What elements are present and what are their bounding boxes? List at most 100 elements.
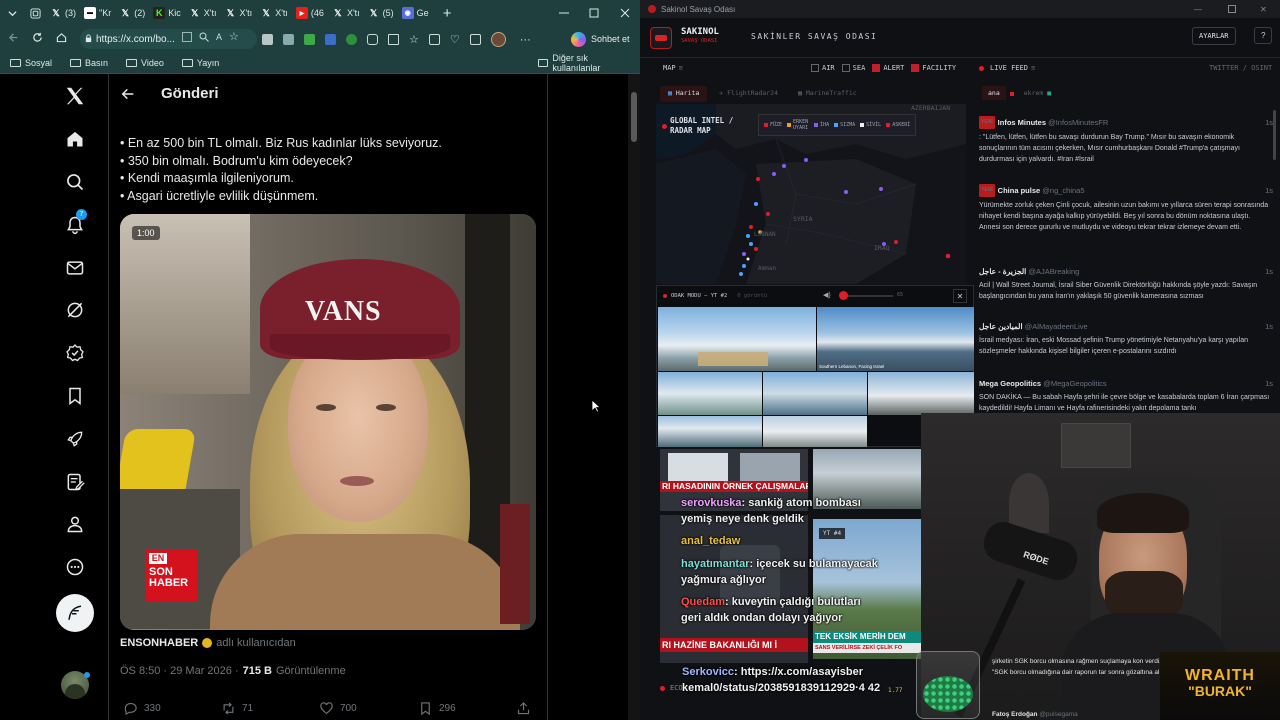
jobs-rocket-icon[interactable] — [61, 425, 89, 453]
browser-tab[interactable]: 𝕏 (2) — [115, 2, 149, 24]
reload-icon[interactable] — [32, 32, 43, 46]
close-window-button[interactable] — [610, 0, 640, 26]
extension-icon[interactable] — [304, 34, 315, 45]
messages-nav-icon[interactable] — [61, 254, 89, 282]
browser-tab[interactable]: 𝕏 X'tı — [220, 2, 256, 24]
app-close-button[interactable]: ✕ — [1260, 5, 1267, 14]
extension-icon[interactable] — [346, 34, 357, 45]
extension-icon[interactable] — [283, 34, 294, 45]
filter-facility[interactable]: FACILITY — [911, 64, 956, 72]
extension-icon[interactable] — [262, 34, 273, 45]
settings-button[interactable]: AYARLAR — [1192, 27, 1236, 45]
source-name[interactable]: ENSONHABER — [120, 637, 198, 649]
favorite-star-icon[interactable]: ☆ — [229, 32, 239, 45]
favorites-icon[interactable]: ☆ — [409, 34, 419, 45]
page-scrollbar[interactable] — [628, 74, 640, 720]
home-nav-icon[interactable] — [61, 125, 89, 153]
checkbox[interactable] — [811, 64, 819, 72]
premium-nav-icon[interactable] — [61, 339, 89, 367]
other-bookmarks[interactable]: Diğer sık kullanılanlar — [538, 53, 632, 73]
translate-extension-icon[interactable] — [325, 34, 336, 45]
filter-alert[interactable]: ALERT — [872, 64, 904, 72]
feed-item[interactable]: YENİ Infos Minutes @InfosMinutesFR 1s: "Lü… — [979, 116, 1273, 165]
workspaces-icon[interactable] — [24, 7, 46, 19]
more-nav-icon[interactable] — [61, 553, 89, 581]
camera-feed[interactable]: Southern Lebanon, Facing Israel — [817, 307, 974, 371]
tab-list-button[interactable] — [0, 9, 24, 18]
back-button[interactable] — [120, 86, 136, 107]
app-maximize-button[interactable] — [1228, 5, 1236, 13]
repost-button[interactable]: 71 — [221, 701, 253, 716]
browser-tab[interactable]: K Kic — [149, 2, 185, 24]
bookmark-folder[interactable]: Sosyal — [10, 58, 52, 68]
browser-tab[interactable]: ▬ "Kr — [80, 2, 115, 24]
explore-nav-icon[interactable] — [61, 168, 89, 196]
minimize-button[interactable] — [549, 0, 579, 26]
volume-slider[interactable] — [843, 295, 893, 297]
articles-nav-icon[interactable] — [61, 468, 89, 496]
focus-close-button[interactable]: ✕ — [953, 289, 967, 303]
heart-icon[interactable]: ♡ — [450, 34, 460, 45]
camera-feed[interactable] — [658, 416, 762, 447]
notifications-nav-icon[interactable]: 7 — [61, 209, 89, 239]
tab-flightradar[interactable]: ✈ FlightRadar24 — [711, 86, 786, 102]
timestamp[interactable]: ÖS 8:50 · 29 Mar 2026 · — [120, 665, 239, 677]
tab-harita[interactable]: ▦ Harita — [660, 86, 708, 102]
browser-tab[interactable]: 𝕏 X'tı — [328, 2, 364, 24]
map-menu-icon[interactable]: ≡ — [679, 64, 683, 72]
tweet-video[interactable]: VANS 1:00 EN SON HABER — [120, 214, 536, 630]
scrollbar-thumb[interactable] — [631, 92, 637, 142]
profile-avatar[interactable] — [490, 32, 506, 47]
browser-tab[interactable]: 𝕏 X'tı — [256, 2, 292, 24]
grok-nav-icon[interactable] — [61, 296, 89, 324]
read-aloud-icon[interactable]: A — [216, 32, 222, 45]
bookmark-folder[interactable]: Video — [126, 58, 164, 68]
camera-feed[interactable] — [868, 372, 974, 415]
compose-post-button[interactable] — [56, 594, 94, 632]
filter-sea[interactable]: SEA — [841, 64, 865, 72]
checkbox[interactable] — [841, 64, 850, 72]
radar-map[interactable]: GLOBAL INTEL / RADAR MAP FÜZE ERKEN UYARI… — [656, 104, 966, 284]
volume-icon[interactable]: ◀) — [823, 291, 831, 299]
camera-feed[interactable] — [658, 307, 816, 371]
profile-nav-icon[interactable] — [61, 510, 89, 538]
browser-tab[interactable]: ◉ Ge — [398, 2, 433, 24]
bookmark-folder[interactable]: Yayın — [181, 58, 219, 68]
new-tab-button[interactable]: + — [443, 5, 452, 22]
filter-air[interactable]: AIR — [811, 64, 835, 72]
checkbox[interactable] — [872, 64, 881, 72]
browser-tab[interactable]: ▶ (46 — [292, 2, 328, 24]
maximize-button[interactable] — [579, 0, 609, 26]
bookmark-folder[interactable]: Basın — [70, 58, 108, 68]
volume-knob[interactable] — [839, 291, 848, 300]
bookmark-button[interactable]: 296 — [418, 701, 456, 716]
feed-item[interactable]: YENİ China pulse @ng_china5 1s Yürümekte zo… — [979, 184, 1273, 233]
grid-icon[interactable] — [182, 32, 192, 42]
home-icon[interactable] — [56, 32, 67, 46]
feed-tab-ekrem[interactable]: ekrem ■ — [1018, 86, 1057, 100]
checkbox[interactable] — [911, 64, 920, 72]
bookmarks-nav-icon[interactable] — [61, 382, 89, 410]
feed-item[interactable]: الميادين عاجل @AlMayadeenLive 1s İsrail me… — [979, 321, 1273, 357]
feed-menu-icon[interactable]: ≡ — [1031, 64, 1035, 72]
site-info-icon[interactable] — [84, 34, 93, 46]
camera-feed[interactable] — [658, 372, 762, 415]
camera-feed[interactable] — [763, 372, 867, 415]
share-button[interactable] — [516, 701, 531, 716]
feed-item[interactable]: الجزيرة - عاجل @AJABreaking 1s Acil | Wall… — [979, 266, 1273, 302]
like-button[interactable]: 700 — [319, 701, 357, 716]
collections-icon[interactable] — [428, 34, 440, 45]
copilot-button[interactable]: Sohbet et — [571, 29, 630, 49]
split-screen-icon[interactable] — [388, 34, 399, 45]
x-logo-icon[interactable] — [61, 82, 89, 110]
tab-marinetraffic[interactable]: ▦ MarineTraffic — [790, 86, 865, 102]
back-icon[interactable] — [8, 32, 19, 46]
extensions-puzzle-icon[interactable] — [367, 34, 378, 45]
downloads-icon[interactable] — [469, 34, 481, 45]
feed-tab-ana[interactable]: ana — [982, 86, 1006, 100]
browser-tab[interactable]: 𝕏 X'tı — [185, 2, 221, 24]
browser-tab[interactable]: 𝕏 (5) — [364, 2, 398, 24]
app-minimize-button[interactable]: — — [1194, 5, 1202, 14]
reply-button[interactable]: 330 — [123, 701, 161, 716]
feed-scrollbar[interactable] — [1273, 110, 1276, 160]
